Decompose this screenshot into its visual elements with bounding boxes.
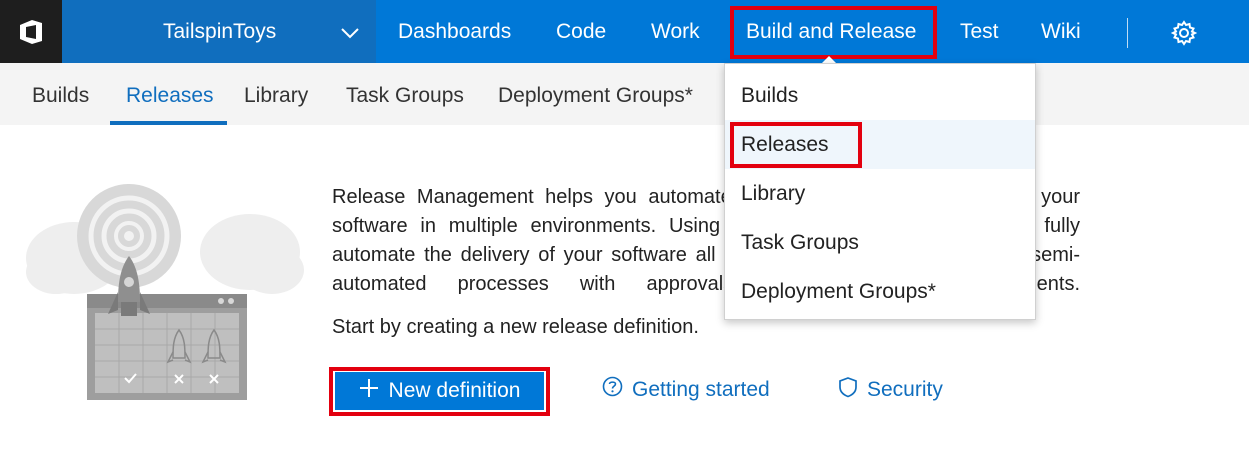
nav-work[interactable]: Work	[651, 20, 700, 44]
highlight-releases-item	[730, 122, 862, 168]
security-link[interactable]: Security	[838, 376, 943, 404]
security-label: Security	[867, 378, 943, 401]
chevron-down-icon	[340, 22, 360, 46]
project-name: TailspinToys	[163, 20, 277, 43]
nav-divider	[1127, 18, 1128, 48]
dropdown-item-deployment-groups[interactable]: Deployment Groups*	[725, 267, 1035, 316]
project-selector[interactable]: TailspinToys	[62, 0, 376, 63]
nav-code[interactable]: Code	[556, 20, 606, 44]
nav-wiki[interactable]: Wiki	[1041, 20, 1081, 44]
sub-navigation-bar: Builds Releases Library Task Groups Depl…	[0, 63, 1249, 125]
rocket-radar-illustration	[22, 180, 304, 405]
dropdown-item-task-groups[interactable]: Task Groups	[725, 218, 1035, 267]
active-tab-indicator	[110, 121, 227, 125]
getting-started-link[interactable]: Getting started	[602, 376, 770, 403]
tab-deployment-groups[interactable]: Deployment Groups*	[498, 84, 693, 108]
highlight-build-and-release	[730, 6, 937, 59]
highlight-new-definition	[329, 367, 550, 416]
tab-library[interactable]: Library	[244, 84, 308, 108]
dropdown-item-library[interactable]: Library	[725, 169, 1035, 218]
tab-releases[interactable]: Releases	[126, 84, 214, 108]
getting-started-label: Getting started	[632, 377, 770, 401]
start-instruction: Start by creating a new release definiti…	[332, 316, 699, 338]
gear-icon[interactable]	[1170, 20, 1198, 51]
tab-task-groups[interactable]: Task Groups	[346, 84, 464, 108]
top-navigation-bar: TailspinToys Dashboards Code Work Build …	[0, 0, 1249, 63]
nav-dashboards[interactable]: Dashboards	[398, 20, 511, 44]
build-release-dropdown-menu: Builds Releases Library Task Groups Depl…	[724, 63, 1036, 320]
question-circle-icon	[602, 376, 623, 403]
shield-icon	[838, 376, 858, 404]
tab-builds[interactable]: Builds	[32, 84, 89, 108]
dropdown-item-builds[interactable]: Builds	[725, 71, 1035, 120]
vsts-logo-icon[interactable]	[0, 0, 62, 63]
nav-test[interactable]: Test	[960, 20, 999, 44]
